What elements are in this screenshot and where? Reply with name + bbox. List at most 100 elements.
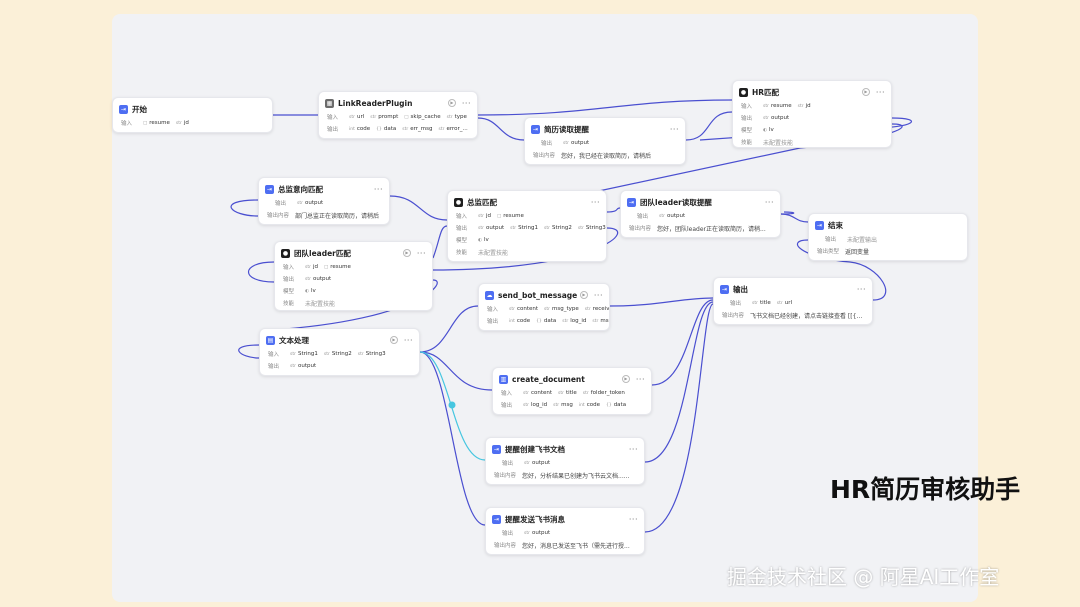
param-tag: str folder_token [582, 390, 625, 396]
node-team-leader-match[interactable]: ● 团队leader匹配 ▶ ··· 输入 str jd □ resume 输出 str o… [274, 241, 433, 311]
model-label: 模型 [741, 128, 753, 134]
more-icon[interactable]: ··· [374, 185, 383, 194]
document-icon: ▥ [499, 374, 508, 384]
type-value: 返回变量 [845, 248, 870, 256]
llm-icon: ● [739, 87, 748, 97]
param-tag: str log_id [523, 402, 548, 408]
more-icon[interactable]: ··· [591, 198, 600, 207]
node-remind-msg[interactable]: ⇥ 提醒发送飞书消息 ··· 输出 str output 输出内容 您好，消息已发送至飞… [485, 507, 645, 555]
input-label: 输入 [456, 214, 468, 220]
param-tag: str jd [305, 264, 318, 270]
input-label: 输入 [268, 352, 280, 358]
message-icon: ⇥ [265, 184, 274, 194]
node-title: 总监匹配 [467, 197, 497, 207]
output-label: 输出 [541, 141, 553, 147]
output-label: 输出 [327, 127, 339, 133]
run-icon[interactable]: ▶ [861, 88, 870, 96]
node-link-reader[interactable]: ▦ LinkReaderPlugin ▶ ··· 输入 str url str promp… [318, 91, 478, 139]
skill-label: 技能 [283, 301, 295, 307]
node-title: 总监意向匹配 [278, 184, 323, 194]
param-tag: str String2 [323, 351, 352, 357]
output-label: 输出 [730, 301, 742, 307]
end-icon: ⇥ [815, 220, 824, 230]
output-label: 输出 [741, 116, 753, 122]
more-icon[interactable]: ··· [629, 515, 638, 524]
node-title: 输出 [733, 284, 748, 294]
more-icon[interactable]: ··· [462, 99, 471, 108]
param-tag: str output [297, 200, 324, 206]
caption-title: HR简历审核助手 [830, 475, 1021, 504]
content-text: 部门总监正在读取简历，请稍后 [295, 212, 380, 220]
message-icon: ⇥ [492, 514, 501, 524]
model-label: 模型 [283, 289, 295, 295]
input-label: 输入 [283, 265, 295, 271]
param-tag: str content [523, 390, 553, 396]
node-title: 提醒创建飞书文档 [505, 444, 565, 454]
output-label: 输出 [456, 226, 468, 232]
skill-value: 未配置技能 [305, 300, 336, 308]
param-tag: strreceive_id [584, 306, 609, 312]
more-icon[interactable]: ··· [629, 445, 638, 454]
more-icon[interactable]: ··· [636, 375, 645, 384]
node-remind-doc[interactable]: ⇥ 提醒创建飞书文档 ··· 输出 str output 输出内容 您好，分析结果已创建… [485, 437, 645, 485]
param-tag: str String1 [290, 351, 318, 357]
run-icon[interactable]: ▶ [621, 375, 630, 383]
node-title: 简历读取提醒 [544, 124, 589, 134]
output-label: 输出 [501, 403, 513, 409]
param-tag: □ resume [143, 120, 170, 126]
node-director-intent[interactable]: ⇥ 总监意向匹配 ··· 输出 str output 输出内容 部门总监正在读取简历，请… [258, 177, 390, 225]
param-tag: str url [349, 114, 365, 120]
param-tag: str jd [478, 213, 491, 219]
param-tag: str output [524, 530, 551, 536]
param-tag: str output [563, 140, 590, 146]
more-icon[interactable]: ··· [404, 336, 413, 345]
watermark: 掘金技术社区 @ 阿星AI工作室 [727, 565, 1000, 589]
run-icon[interactable]: ▶ [389, 336, 398, 344]
start-icon: ⇥ [119, 104, 128, 114]
param-tag: str output [290, 363, 317, 369]
param-tag: str log_id [562, 318, 587, 324]
param-tag: str output [524, 460, 551, 466]
node-end[interactable]: ⇥ 结束 输出 未配置输出 输出类型 返回变量 [808, 213, 968, 261]
more-icon[interactable]: ··· [670, 125, 679, 134]
param-tag: int code [349, 126, 371, 132]
param-tag: str prompt [370, 114, 399, 120]
param-tag: {} data [605, 402, 627, 408]
param-tag: str url [776, 300, 792, 306]
run-icon[interactable]: ▶ [579, 291, 588, 299]
more-icon[interactable]: ··· [594, 291, 603, 300]
more-icon[interactable]: ··· [876, 88, 885, 97]
plugin-icon: ▦ [325, 98, 334, 108]
model-label: 模型 [456, 238, 468, 244]
output-label: 输出 [502, 531, 514, 537]
more-icon[interactable]: ··· [857, 285, 866, 294]
more-icon[interactable]: ··· [417, 249, 426, 258]
node-send-bot-message[interactable]: ☁ send_bot_message ▶ ··· 输入 str content str m… [478, 283, 610, 331]
run-icon[interactable]: ▶ [447, 99, 456, 107]
node-output[interactable]: ⇥ 输出 ··· 输出 str title str url 输出内容 飞书文档已经创建，请… [713, 277, 873, 325]
content-text: 您好，团队leader正在读取简历，请稍... [657, 225, 766, 233]
run-icon[interactable]: ▶ [402, 249, 411, 257]
node-start[interactable]: ⇥ 开始 输入 □ resume str jd [112, 97, 273, 133]
more-icon[interactable]: ··· [765, 198, 774, 207]
param-tag: int code [578, 402, 600, 408]
param-tag: str String3 [357, 351, 386, 357]
node-team-leader-reading[interactable]: ⇥ 团队leader读取提醒 ··· 输出 str output 输出内容 您好，团队l… [620, 190, 781, 238]
bot-icon: ☁ [485, 290, 494, 300]
param-tag: str title [752, 300, 771, 306]
param-tag: □ resume [324, 264, 351, 270]
llm-icon: ● [454, 197, 463, 207]
param-tag: str String1 [510, 225, 539, 231]
param-tag: str content [509, 306, 539, 312]
node-title: 提醒发送飞书消息 [505, 514, 565, 524]
node-text-process[interactable]: ▤ 文本处理 ▶ ··· 输入 str String1 str String2 str St… [259, 328, 420, 376]
node-resume-reading[interactable]: ⇥ 简历读取提醒 ··· 输出 str output 输出内容 您好，我已经在读取简历，… [524, 117, 686, 165]
param-tag: str type [446, 114, 467, 120]
node-create-document[interactable]: ▥ create_document ▶ ··· 输入 str content str ti… [492, 367, 652, 415]
param-tag: str title [558, 390, 577, 396]
param-tag: str resume [763, 103, 792, 109]
node-director-match[interactable]: ● 总监匹配 ··· 输入 str jd □ resume 输出 str output s… [447, 190, 607, 262]
node-hr-match[interactable]: ● HR匹配 ▶ ··· 输入 str resume str jd 输出 str outpu… [732, 80, 892, 148]
node-title: create_document [512, 374, 585, 384]
output-label: 输出 [275, 201, 287, 207]
